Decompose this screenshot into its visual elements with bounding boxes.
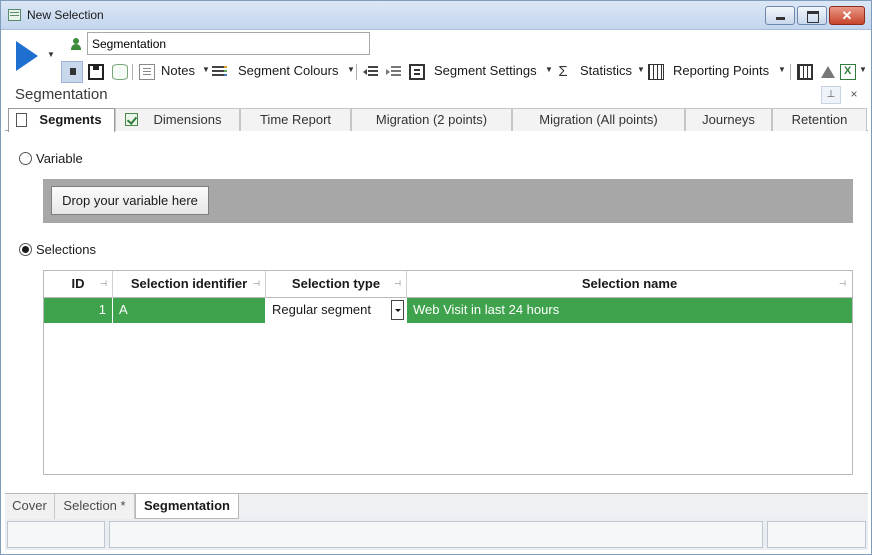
tab-label: Retention <box>791 112 848 127</box>
tab-label: Dimensions <box>153 112 222 127</box>
column-header-id[interactable]: ID ⊣ <box>44 271 113 298</box>
cell-selection-identifier[interactable]: A <box>113 298 266 323</box>
column-header-selection-name[interactable]: Selection name ⊣ <box>407 271 852 298</box>
maximize-button[interactable] <box>797 6 827 25</box>
toolbar: ▼ Notes ▼ Segment Colours ▼ Segment Sett… <box>2 30 871 86</box>
selections-radio-label: Selections <box>36 242 96 257</box>
tab-time-report[interactable]: Time Report <box>240 108 351 131</box>
document-icon <box>16 113 27 127</box>
toolbar-separator <box>356 64 357 80</box>
panel-title: Segmentation <box>15 86 108 103</box>
column-header-label: ID <box>71 276 85 291</box>
column-pin-icon[interactable]: ⊣ <box>100 280 107 288</box>
table-row[interactable]: 1 A Regular segment Web Visit in last 24… <box>44 298 852 323</box>
segmentation-name-input[interactable] <box>87 32 370 55</box>
cell-selection-type[interactable]: Regular segment <box>266 298 407 323</box>
toolbar-separator <box>132 64 133 80</box>
tab-label: Migration (2 points) <box>375 112 488 127</box>
panel-pin-icon[interactable]: ⊥ <box>821 86 841 104</box>
tab-migration-all-points[interactable]: Migration (All points) <box>512 108 685 131</box>
tab-retention[interactable]: Retention <box>772 108 867 131</box>
reporting-points-button[interactable]: Reporting Points <box>673 63 769 81</box>
save-icon[interactable] <box>88 64 104 80</box>
segment-settings-dropdown-icon[interactable]: ▼ <box>545 65 553 74</box>
tab-label: Time Report <box>259 112 332 127</box>
selections-radio[interactable] <box>19 243 32 256</box>
cell-selection-name[interactable]: Web Visit in last 24 hours <box>407 298 852 323</box>
column-header-selection-identifier[interactable]: Selection identifier ⊣ <box>113 271 266 298</box>
selections-grid: ID ⊣ Selection identifier ⊣ Selection ty… <box>43 270 853 475</box>
column-header-label: Selection name <box>581 276 678 291</box>
tab-cover[interactable]: Cover <box>5 494 55 519</box>
notes-icon <box>139 64 155 80</box>
reporting-points-icon <box>648 64 664 80</box>
selection-type-dropdown-button[interactable] <box>391 300 404 320</box>
status-bar <box>5 519 868 550</box>
run-play-icon[interactable] <box>16 41 38 71</box>
grid-header: ID ⊣ Selection identifier ⊣ Selection ty… <box>44 271 852 298</box>
selection-type-value: Regular segment <box>272 302 371 317</box>
toolbar-separator <box>790 64 791 80</box>
tab-segments[interactable]: Segments <box>8 108 115 132</box>
tab-selection[interactable]: Selection * <box>55 494 135 519</box>
title-bar: New Selection ✕ <box>1 1 871 30</box>
segment-colours-dropdown-icon[interactable]: ▼ <box>347 65 355 74</box>
notes-button[interactable]: Notes <box>161 63 195 81</box>
checkbox-icon <box>125 113 138 126</box>
column-pin-icon[interactable]: ⊣ <box>253 280 260 288</box>
lock-icon[interactable] <box>61 61 83 83</box>
segment-colours-icon <box>212 64 228 80</box>
tab-label: Journeys <box>702 112 755 127</box>
column-header-selection-type[interactable]: Selection type ⊣ <box>266 271 407 298</box>
tab-journeys[interactable]: Journeys <box>685 108 772 131</box>
segmentation-user-icon <box>70 38 82 51</box>
close-icon: ✕ <box>841 8 853 23</box>
column-pin-icon[interactable]: ⊣ <box>839 280 846 288</box>
variable-radio-label: Variable <box>36 151 83 166</box>
excel-export-icon[interactable] <box>840 64 856 80</box>
window-title: New Selection <box>27 8 104 22</box>
column-header-label: Selection identifier <box>130 276 248 291</box>
statistics-dropdown-icon[interactable]: ▼ <box>637 65 645 74</box>
segment-settings-icon <box>409 64 425 80</box>
segmentation-tabs: Segments Dimensions Time Report Migratio… <box>5 107 868 132</box>
outdent-icon[interactable] <box>386 64 402 80</box>
grid-view-icon[interactable] <box>797 64 813 80</box>
tab-dimensions[interactable]: Dimensions <box>115 108 240 131</box>
document-tabs: Cover Selection * Segmentation <box>5 493 868 519</box>
tab-label: Segments <box>39 112 102 127</box>
tab-label: Migration (All points) <box>539 112 658 127</box>
segment-colours-button[interactable]: Segment Colours <box>238 63 338 81</box>
chart-icon[interactable] <box>820 64 836 80</box>
run-dropdown-arrow-icon[interactable]: ▼ <box>47 50 55 59</box>
export-dropdown-icon[interactable]: ▼ <box>859 65 867 74</box>
statistics-button[interactable]: Statistics <box>580 63 632 81</box>
status-cell <box>767 521 866 548</box>
database-icon[interactable] <box>112 64 128 80</box>
segment-settings-button[interactable]: Segment Settings <box>434 63 537 81</box>
tab-migration-2-points[interactable]: Migration (2 points) <box>351 108 512 131</box>
reporting-points-dropdown-icon[interactable]: ▼ <box>778 65 786 74</box>
panel-close-icon[interactable]: × <box>847 87 861 103</box>
drop-variable-button[interactable]: Drop your variable here <box>51 186 209 215</box>
column-pin-icon[interactable]: ⊣ <box>394 280 401 288</box>
minimize-button[interactable] <box>765 6 795 25</box>
notes-dropdown-icon[interactable]: ▼ <box>202 65 210 74</box>
column-header-label: Selection type <box>291 276 381 291</box>
cell-id: 1 <box>44 298 113 323</box>
indent-icon[interactable] <box>363 64 379 80</box>
window-icon <box>8 9 21 21</box>
close-window-button[interactable]: ✕ <box>829 6 865 25</box>
status-cell <box>7 521 105 548</box>
variable-radio[interactable] <box>19 152 32 165</box>
sigma-icon: Σ <box>558 63 568 80</box>
status-cell <box>109 521 763 548</box>
tab-segmentation[interactable]: Segmentation <box>135 494 239 519</box>
app-window: New Selection ✕ ▼ Notes ▼ Segment Colour… <box>0 0 872 555</box>
